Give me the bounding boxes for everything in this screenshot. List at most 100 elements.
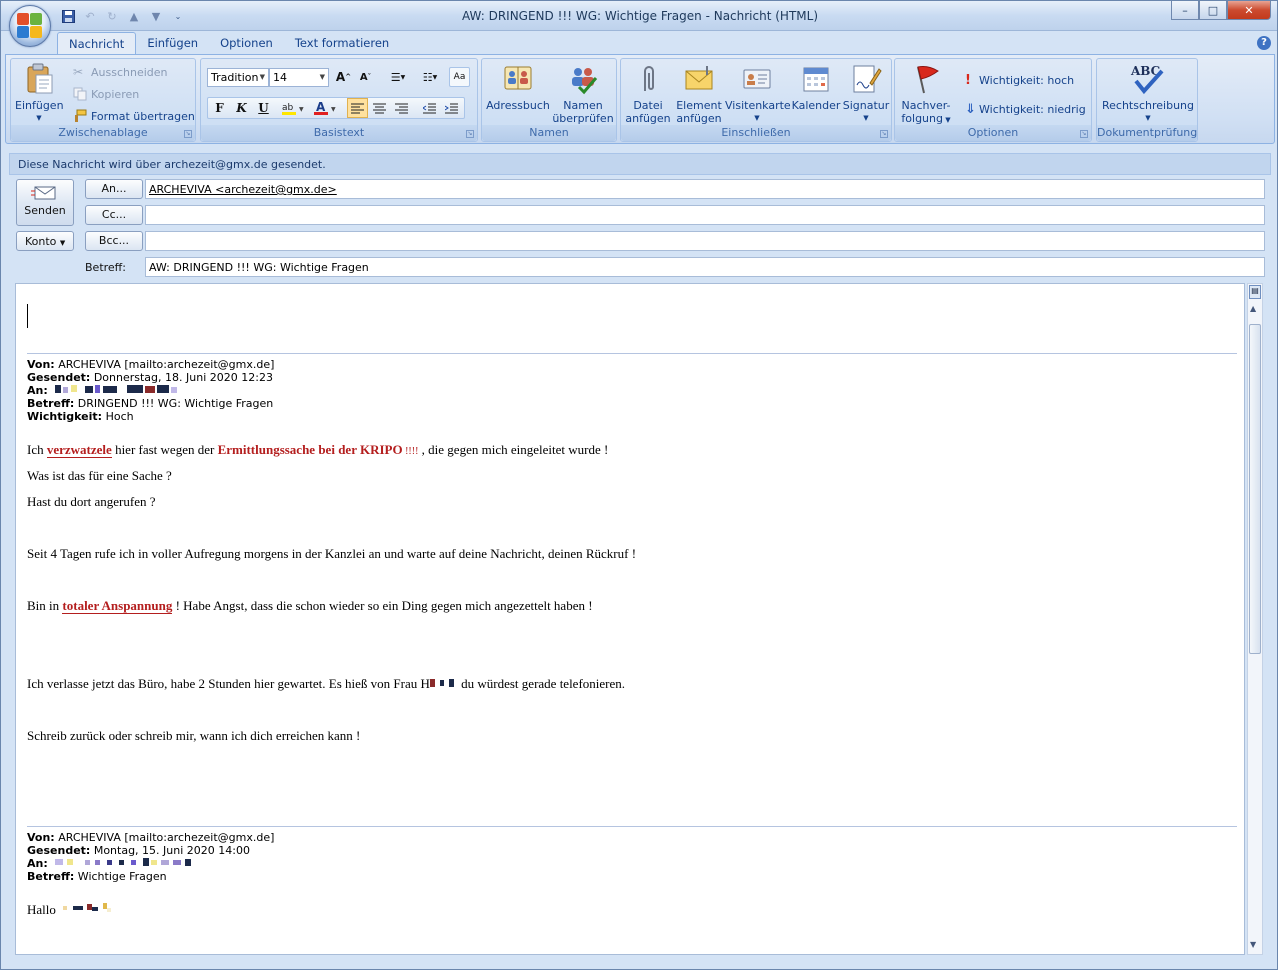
- quoted-header-2: Von: ARCHEVIVA [mailto:archezeit@gmx.de]…: [27, 831, 274, 883]
- to-field[interactable]: ARCHEVIVA <archezeit@gmx.de>: [145, 179, 1265, 199]
- dialog-launcher-icon[interactable]: ↘: [880, 130, 888, 138]
- message-header: Senden Konto ▼ An... Cc... Bcc... ARCHEV…: [9, 177, 1271, 279]
- numbering-button[interactable]: ☷ ▼: [415, 67, 445, 87]
- subject-label: Betreff:: [85, 261, 126, 274]
- scroll-up-icon[interactable]: ▲: [1250, 304, 1256, 313]
- down-arrow-icon: ⇓: [965, 101, 976, 117]
- message-body-editor[interactable]: Von: ARCHEVIVA [mailto:archezeit@gmx.de]…: [15, 283, 1245, 955]
- calendar-icon: [800, 63, 832, 95]
- tab-nachricht[interactable]: Nachricht: [57, 32, 137, 54]
- address-book-button[interactable]: Adressbuch: [486, 63, 550, 112]
- view-ruler-icon[interactable]: ▤: [1249, 285, 1261, 299]
- subject-label-quoted: Betreff:: [27, 870, 75, 883]
- importance-value: Hoch: [102, 410, 134, 423]
- body-paragraph-6: Ich verlasse jetzt das Büro, habe 2 Stun…: [27, 676, 625, 692]
- to-recipient[interactable]: ARCHEVIVA <archezeit@gmx.de>: [149, 183, 337, 196]
- underline-button[interactable]: U: [253, 98, 274, 118]
- follow-up-button[interactable]: Nachver- folgung ▼: [899, 63, 953, 127]
- text-run: ! Habe Angst, dass die schon wieder so e…: [172, 598, 593, 613]
- highlight-button[interactable]: ab ▼: [279, 98, 309, 118]
- highlighted-word: verzwatzele: [46, 442, 112, 458]
- text-run: Ich verlasse jetzt das Büro, habe 2 Stun…: [27, 676, 430, 691]
- grow-font-button[interactable]: A ^: [333, 67, 354, 87]
- highlighter-icon: ab ▼: [282, 103, 304, 115]
- attach-item-button[interactable]: Element anfügen: [673, 63, 725, 125]
- importance-low-button[interactable]: ⇓ Wichtigkeit: niedrig: [965, 100, 1086, 118]
- cut-button[interactable]: ✂ Ausschneiden: [73, 63, 168, 81]
- font-family-select[interactable]: Tradition ▼: [207, 68, 269, 87]
- red-flag-icon: [910, 63, 942, 95]
- dialog-launcher-icon[interactable]: ↘: [184, 130, 192, 138]
- minimize-button[interactable]: –: [1171, 1, 1199, 20]
- chevron-down-icon: ▼: [942, 116, 951, 124]
- attach-file-label-2: anfügen: [625, 112, 671, 125]
- chevron-down-icon: ▼: [36, 114, 42, 122]
- group-namen: Adressbuch Namen überprüfen Namen: [481, 58, 617, 142]
- chevron-down-icon: ▼: [863, 114, 869, 122]
- align-left-button[interactable]: [347, 98, 368, 118]
- chevron-down-icon: ▼: [259, 73, 265, 81]
- chevron-down-icon: ▼: [1145, 114, 1151, 122]
- importance-high-button[interactable]: ! Wichtigkeit: hoch: [965, 71, 1074, 89]
- signature-button[interactable]: Signatur ▼: [841, 63, 891, 125]
- cc-field[interactable]: [145, 205, 1265, 225]
- format-painter-button[interactable]: Format übertragen: [73, 107, 195, 125]
- tab-einfuegen[interactable]: Einfügen: [136, 32, 209, 54]
- bcc-field[interactable]: [145, 231, 1265, 251]
- spell-check-icon: ABC: [1128, 63, 1168, 95]
- font-family-value: Tradition: [211, 71, 259, 84]
- align-right-button[interactable]: [391, 98, 412, 118]
- calendar-button[interactable]: Kalender: [791, 63, 841, 112]
- to-button[interactable]: An...: [85, 179, 143, 199]
- ribbon-tabs: Nachricht Einfügen Optionen Text formati…: [57, 32, 400, 54]
- tab-text-formatieren[interactable]: Text formatieren: [284, 32, 400, 54]
- bold-button[interactable]: F: [209, 98, 230, 118]
- importance-low-label: Wichtigkeit: niedrig: [979, 102, 1086, 116]
- group-einschliessen: Datei anfügen Element anfügen Visitenkar…: [620, 58, 892, 142]
- vertical-scrollbar[interactable]: ▤ ▲ ▼: [1247, 283, 1263, 955]
- text-run: du würdest gerade telefonieren.: [457, 676, 626, 691]
- font-size-select[interactable]: 14 ▼: [269, 68, 329, 87]
- maximize-button[interactable]: □: [1199, 1, 1227, 20]
- svg-text:A: A: [316, 100, 326, 114]
- spelling-button[interactable]: ABC Rechtschreibung ▼: [1101, 63, 1195, 125]
- font-color-icon: A ▼: [314, 100, 336, 115]
- shrink-font-button[interactable]: Aˇ: [355, 67, 376, 87]
- account-button[interactable]: Konto ▼: [16, 231, 74, 251]
- italic-button[interactable]: K: [231, 98, 252, 118]
- check-names-button[interactable]: Namen überprüfen: [552, 63, 614, 125]
- text-cursor: [27, 304, 28, 328]
- bullets-button[interactable]: ☰ ▼: [383, 67, 413, 87]
- dialog-launcher-icon[interactable]: ↘: [1080, 130, 1088, 138]
- increase-indent-button[interactable]: [441, 98, 462, 118]
- dialog-launcher-icon[interactable]: ↘: [466, 130, 474, 138]
- decrease-indent-button[interactable]: [419, 98, 440, 118]
- cc-button[interactable]: Cc...: [85, 205, 143, 225]
- copy-button[interactable]: Kopieren: [73, 85, 139, 103]
- send-button[interactable]: Senden: [16, 179, 74, 226]
- text-run: , die gegen mich eingeleitet wurde !: [418, 442, 609, 457]
- window-controls: – □ ✕: [1171, 1, 1271, 20]
- text-run: Hallo: [27, 902, 60, 917]
- redacted-recipient: [51, 857, 211, 870]
- office-button[interactable]: [9, 5, 51, 47]
- scroll-down-icon[interactable]: ▼: [1250, 940, 1256, 949]
- redacted-name: [429, 676, 458, 691]
- check-names-label-2: überprüfen: [552, 112, 614, 125]
- sent-value: Donnerstag, 18. Juni 2020 12:23: [90, 371, 273, 384]
- group-basistext: Tradition ▼ 14 ▼ A ^ Aˇ ☰ ▼ ☷ ▼ Aa F K U ab ▼ …: [200, 58, 478, 142]
- attach-file-button[interactable]: Datei anfügen: [625, 63, 671, 125]
- bcc-button[interactable]: Bcc...: [85, 231, 143, 251]
- help-icon[interactable]: ?: [1257, 36, 1271, 50]
- paste-button[interactable]: Einfügen ▼: [15, 63, 64, 125]
- scroll-thumb[interactable]: [1249, 324, 1261, 654]
- quoted-header-1: Von: ARCHEVIVA [mailto:archezeit@gmx.de]…: [27, 358, 274, 423]
- align-center-button[interactable]: [369, 98, 390, 118]
- subject-field[interactable]: AW: DRINGEND !!! WG: Wichtige Fragen: [145, 257, 1265, 277]
- styles-button[interactable]: Aa: [449, 67, 470, 87]
- tab-optionen[interactable]: Optionen: [209, 32, 284, 54]
- business-card-button[interactable]: Visitenkarte ▼: [725, 63, 791, 125]
- font-color-button[interactable]: A ▼: [311, 98, 341, 118]
- close-button[interactable]: ✕: [1227, 1, 1271, 20]
- attach-item-label-1: Element: [676, 99, 722, 112]
